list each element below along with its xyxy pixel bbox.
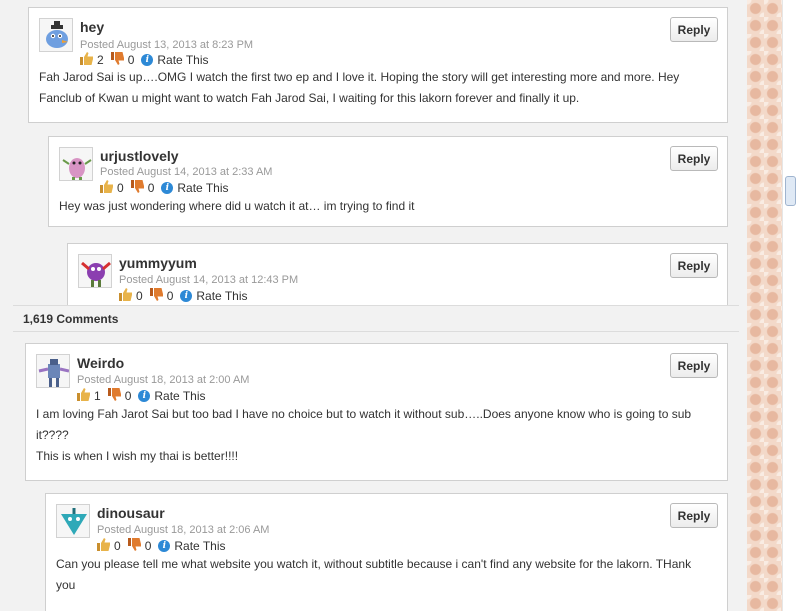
info-icon[interactable]: i xyxy=(158,540,171,552)
avatar[interactable] xyxy=(36,354,70,388)
dislike-count: 0 xyxy=(124,389,132,403)
comment-author[interactable]: hey xyxy=(80,19,104,35)
reply-button[interactable]: Reply xyxy=(670,353,718,378)
thumbs-down-icon[interactable] xyxy=(130,180,145,196)
thumbs-down-icon[interactable] xyxy=(107,388,122,404)
comment-text-line: I am loving Fah Jarot Sai but too bad I … xyxy=(36,407,692,421)
comment-date[interactable]: Posted August 18, 2013 at 2:06 AM xyxy=(97,524,269,536)
decorative-pattern-sidebar xyxy=(747,0,782,611)
like-count: 1 xyxy=(94,389,101,403)
rate-this-link[interactable]: Rate This xyxy=(177,181,228,195)
dislike-count: 0 xyxy=(166,289,174,303)
rate-this-link[interactable]: Rate This xyxy=(157,53,208,67)
scrollbar[interactable] xyxy=(782,0,797,611)
comment-text-line: it???? xyxy=(36,428,69,442)
comment-date[interactable]: Posted August 13, 2013 at 8:23 PM xyxy=(80,39,253,51)
scrollbar-thumb[interactable] xyxy=(785,176,796,206)
thumbs-up-icon[interactable] xyxy=(77,388,91,404)
rate-this-link[interactable]: Rate This xyxy=(154,389,205,403)
info-icon[interactable]: i xyxy=(138,390,151,402)
comment-text-line: you xyxy=(56,578,76,592)
reply-button[interactable]: Reply xyxy=(670,146,718,171)
thumbs-up-icon[interactable] xyxy=(119,288,133,304)
thumbs-down-icon[interactable] xyxy=(149,288,164,304)
comments-count: 1,619 Comments xyxy=(23,312,119,326)
comment-card: hey Posted August 13, 2013 at 8:23 PM 2 … xyxy=(28,7,728,123)
rate-this-link[interactable]: Rate This xyxy=(196,289,247,303)
info-icon[interactable]: i xyxy=(180,290,193,302)
reply-button[interactable]: Reply xyxy=(670,17,718,42)
comment-text-line: Fanclub of Kwan u might want to watch Fa… xyxy=(39,91,580,105)
thumbs-up-icon[interactable] xyxy=(97,538,111,554)
dislike-count: 0 xyxy=(127,53,135,67)
comment-date[interactable]: Posted August 18, 2013 at 2:00 AM xyxy=(77,374,249,386)
thumbs-up-icon[interactable] xyxy=(80,52,94,68)
avatar[interactable] xyxy=(39,18,73,52)
info-icon[interactable]: i xyxy=(141,54,154,66)
thumbs-down-icon[interactable] xyxy=(127,538,142,554)
like-count: 0 xyxy=(136,289,143,303)
comment-date[interactable]: Posted August 14, 2013 at 2:33 AM xyxy=(100,166,272,178)
comment-text-line: Fah Jarod Sai is up….OMG I watch the fir… xyxy=(39,70,680,84)
rate-this-link[interactable]: Rate This xyxy=(174,539,225,553)
thumbs-up-icon[interactable] xyxy=(100,180,114,196)
dislike-count: 0 xyxy=(144,539,152,553)
comment-card: Weirdo Posted August 18, 2013 at 2:00 AM… xyxy=(25,343,728,481)
info-icon[interactable]: i xyxy=(161,182,174,194)
comment-text-line: Can you please tell me what website you … xyxy=(56,557,692,571)
avatar[interactable] xyxy=(78,254,112,288)
comment-text-line: This is when I wish my thai is better!!!… xyxy=(36,449,239,463)
comment-body: Fah Jarod Sai is up….OMG I watch the fir… xyxy=(39,67,679,109)
comments-count-bar: 1,619 Comments xyxy=(13,305,739,332)
comment-author[interactable]: yummyyum xyxy=(119,255,197,271)
dislike-count: 0 xyxy=(147,181,155,195)
comments-section: hey Posted August 13, 2013 at 8:23 PM 2 … xyxy=(0,0,747,611)
comment-body: Hey was just wondering where did u watch… xyxy=(59,196,415,217)
comment-rating: 2 0 i Rate This xyxy=(80,52,209,68)
comment-date[interactable]: Posted August 14, 2013 at 12:43 PM xyxy=(119,274,298,286)
comment-body: I am loving Fah Jarot Sai but too bad I … xyxy=(36,404,691,467)
like-count: 2 xyxy=(97,53,104,67)
comment-rating: 0 0 i Rate This xyxy=(97,538,226,554)
like-count: 0 xyxy=(114,539,121,553)
comment-card: urjustlovely Posted August 14, 2013 at 2… xyxy=(48,136,728,227)
comment-author[interactable]: dinousaur xyxy=(97,505,165,521)
avatar[interactable] xyxy=(56,504,90,538)
reply-button[interactable]: Reply xyxy=(670,253,718,278)
comment-author[interactable]: Weirdo xyxy=(77,355,124,371)
like-count: 0 xyxy=(117,181,124,195)
comment-rating: 0 0 i Rate This xyxy=(100,180,229,196)
comment-card: dinousaur Posted August 18, 2013 at 2:06… xyxy=(45,493,728,611)
comment-rating: 1 0 i Rate This xyxy=(77,388,206,404)
comment-body: Can you please tell me what website you … xyxy=(56,554,691,596)
comment-text-line: Hey was just wondering where did u watch… xyxy=(59,199,415,213)
reply-button[interactable]: Reply xyxy=(670,503,718,528)
avatar[interactable] xyxy=(59,147,93,181)
thumbs-down-icon[interactable] xyxy=(110,52,125,68)
comment-author[interactable]: urjustlovely xyxy=(100,148,179,164)
comment-rating: 0 0 i Rate This xyxy=(119,288,248,304)
